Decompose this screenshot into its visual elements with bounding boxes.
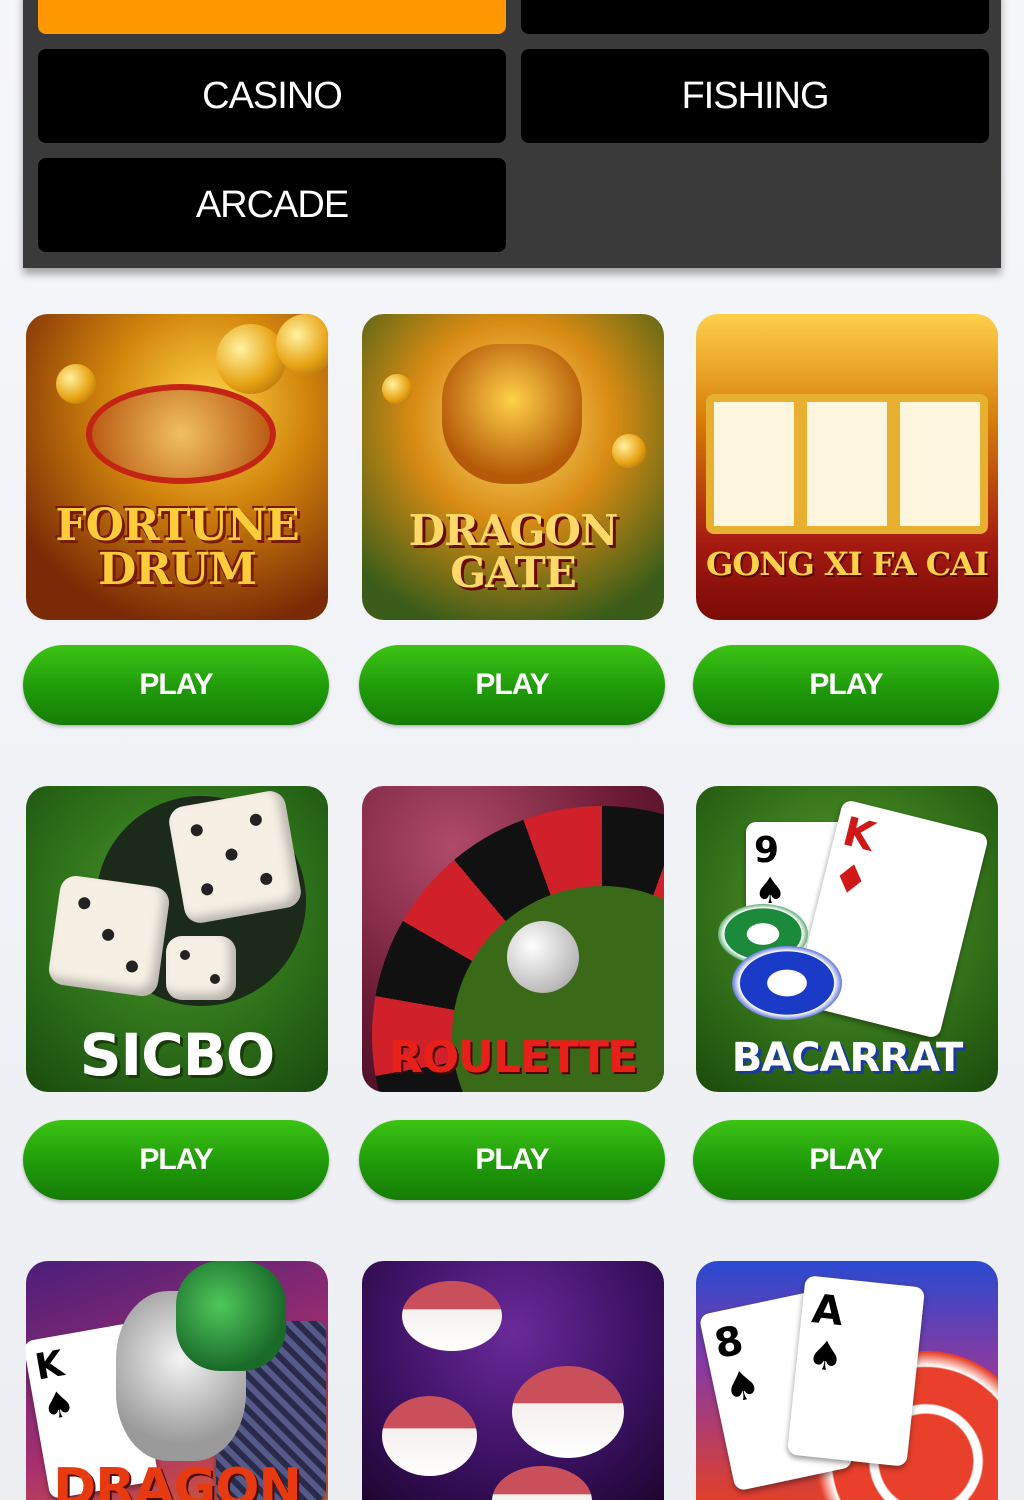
drum-icon <box>86 384 276 484</box>
slot-reels-icon <box>706 394 988 534</box>
game-tile-fortune-drum[interactable]: FORTUNE DRUM <box>26 314 328 620</box>
game-tile-fan-tan[interactable] <box>362 1261 664 1500</box>
play-button[interactable]: PLAY <box>693 1120 999 1200</box>
game-tile-dragon-tiger[interactable]: K ♠ DRAGON <box>26 1261 328 1500</box>
game-tile-bacarrat[interactable]: 9 ♠ K ♦ BACARRAT <box>696 786 998 1092</box>
category-button-fishing[interactable]: FISHING <box>521 49 989 143</box>
coin-icon <box>382 374 412 404</box>
poker-chip-icon <box>732 946 842 1020</box>
game-title: BACARRAT <box>731 1035 964 1081</box>
game-tile-roulette[interactable]: ROULETTE <box>362 786 664 1092</box>
play-button[interactable]: PLAY <box>359 1120 665 1200</box>
coin-icon <box>56 364 96 404</box>
coin-icon <box>216 324 286 394</box>
game-title: ROULETTE <box>388 1032 638 1083</box>
game-tile-sicbo[interactable]: SICBO <box>26 786 328 1092</box>
game-title: SICBO <box>79 1021 275 1089</box>
game-tile-poker[interactable]: 8 ♠ A ♠ <box>696 1261 998 1500</box>
dice-icon <box>46 873 172 999</box>
category-button-casino[interactable]: CASINO <box>38 49 506 143</box>
game-title: DRAGON GATE <box>408 506 619 597</box>
button-disc-icon <box>512 1366 624 1458</box>
game-tile-dragon-gate[interactable]: DRAGON GATE <box>362 314 664 620</box>
coin-icon <box>276 314 328 374</box>
play-button[interactable]: PLAY <box>359 645 665 725</box>
category-button[interactable] <box>521 0 989 34</box>
category-panel: CASINO FISHING ARCADE <box>23 0 1001 268</box>
dice-icon <box>166 788 304 926</box>
button-disc-icon <box>492 1466 592 1500</box>
play-button[interactable]: PLAY <box>23 645 329 725</box>
button-disc-icon <box>382 1396 477 1476</box>
category-button-active[interactable] <box>38 0 506 34</box>
roulette-ball-icon <box>507 921 579 993</box>
card-ace-spades-icon: A ♠ <box>786 1275 926 1467</box>
button-disc-icon <box>402 1281 502 1351</box>
play-button[interactable]: PLAY <box>23 1120 329 1200</box>
dice-icon <box>166 936 236 1000</box>
dragon-head-icon <box>176 1261 286 1371</box>
game-title: DRAGON <box>53 1458 302 1500</box>
game-title: FORTUNE DRUM <box>55 500 299 595</box>
coin-icon <box>612 434 646 468</box>
dragon-icon <box>442 344 582 484</box>
game-tile-gong-xi-fa-cai[interactable]: GONG XI FA CAI <box>696 314 998 620</box>
category-button-arcade[interactable]: ARCADE <box>38 158 506 252</box>
game-title: GONG XI FA CAI <box>706 545 989 583</box>
play-button[interactable]: PLAY <box>693 645 999 725</box>
page: CASINO FISHING ARCADE FORTUNE DRUM DRAGO… <box>0 0 1024 1500</box>
